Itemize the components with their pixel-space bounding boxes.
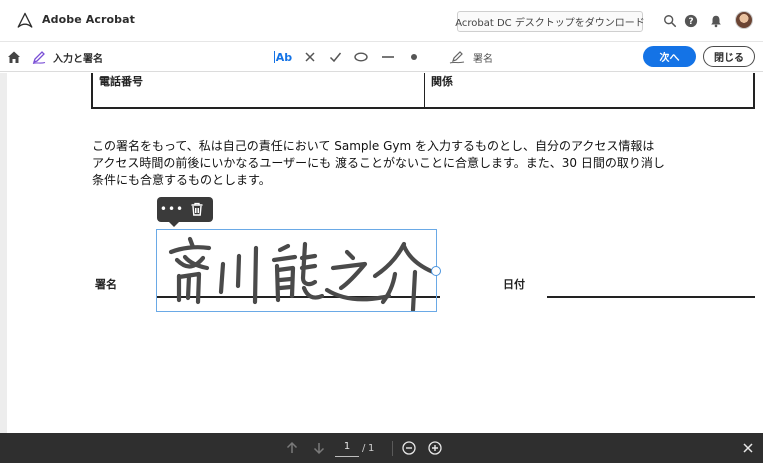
app-header: Adobe Acrobat Acrobat DC デスクトップをダウンロード ? <box>0 0 763 42</box>
page-separator: / <box>362 443 366 454</box>
close-button[interactable]: 閉じる <box>703 46 755 67</box>
close-icon[interactable] <box>741 441 755 455</box>
sign-tool-icon-button[interactable] <box>447 48 467 66</box>
text-cursor-icon <box>273 51 275 63</box>
home-icon[interactable] <box>6 49 22 65</box>
document-page: 電話番号 関係 この署名をもって、私は自己の責任において Sample Gym … <box>7 73 763 433</box>
help-icon[interactable]: ? <box>683 13 699 29</box>
user-avatar[interactable] <box>735 11 753 29</box>
zoom-out-icon[interactable] <box>402 441 416 455</box>
cross-icon <box>305 52 315 62</box>
date-label: 日付 <box>503 278 525 291</box>
date-line[interactable] <box>547 296 755 298</box>
consent-line: 条件にも合意するものとします。 <box>92 173 271 187</box>
ellipse-icon <box>354 52 368 62</box>
line-tool[interactable] <box>378 48 398 66</box>
ellipse-tool[interactable] <box>351 48 371 66</box>
previous-page-arrow-icon[interactable] <box>284 440 300 456</box>
notification-bell-icon[interactable] <box>708 13 724 29</box>
consent-line: この署名をもって、私は自己の責任において Sample Gym を入力するものと… <box>92 139 655 153</box>
sign-pen-icon <box>449 51 465 64</box>
app-title: Adobe Acrobat <box>42 13 135 26</box>
divider <box>392 441 393 456</box>
next-page-arrow-icon[interactable] <box>311 440 327 456</box>
trash-icon[interactable] <box>189 201 205 217</box>
dot-icon <box>411 54 417 60</box>
handwritten-signature-image <box>168 236 436 313</box>
page-navigation-bar: 1 / 1 <box>0 433 763 463</box>
phone-number-label: 電話番号 <box>99 75 143 88</box>
contact-field-table: 電話番号 関係 <box>91 73 755 109</box>
zoom-in-icon[interactable] <box>428 441 442 455</box>
consent-line: アクセス時間の前後にいかなるユーザーにも 渡ることがないことに合意します。また、… <box>92 156 665 170</box>
consent-paragraph: この署名をもって、私は自己の責任において Sample Gym を入力するものと… <box>92 138 752 189</box>
dot-tool[interactable] <box>405 48 423 66</box>
signature-context-menu: ••• <box>157 197 213 227</box>
current-page-input[interactable]: 1 <box>335 441 359 457</box>
acrobat-logo-icon <box>17 12 33 28</box>
search-icon[interactable] <box>662 13 678 29</box>
relation-label: 関係 <box>431 75 453 88</box>
check-icon <box>329 52 341 63</box>
fill-sign-pen-icon <box>32 51 46 65</box>
total-pages: 1 <box>368 443 375 454</box>
check-mark-tool[interactable] <box>326 48 344 66</box>
document-viewport[interactable]: 電話番号 関係 この署名をもって、私は自己の責任において Sample Gym … <box>0 73 763 433</box>
signature-label: 署名 <box>95 278 117 291</box>
download-desktop-button[interactable]: Acrobat DC デスクトップをダウンロード <box>455 11 645 32</box>
signature-annotation[interactable] <box>156 229 437 313</box>
table-divider <box>424 73 425 107</box>
sign-tool-label[interactable]: 署名 <box>473 50 493 65</box>
more-options-icon[interactable]: ••• <box>160 201 183 217</box>
resize-handle[interactable] <box>431 266 441 276</box>
line-icon <box>382 56 394 58</box>
mode-title: 入力と署名 <box>53 54 103 65</box>
next-button[interactable]: 次へ <box>643 46 696 67</box>
svg-text:?: ? <box>688 17 693 27</box>
cross-mark-tool[interactable] <box>301 48 319 66</box>
add-text-tool[interactable]: Ab <box>272 48 294 66</box>
